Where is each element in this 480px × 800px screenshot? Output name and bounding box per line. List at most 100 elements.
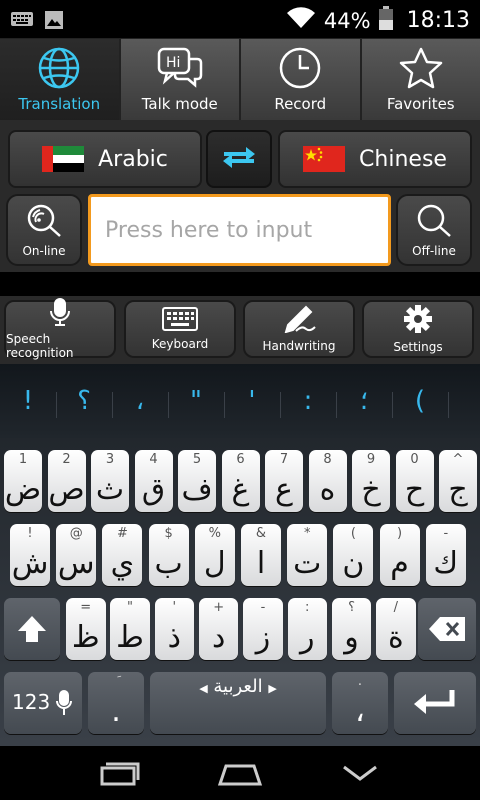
letter-key[interactable]: 0ح bbox=[395, 450, 434, 512]
key-hint: ( bbox=[350, 526, 356, 541]
letter-key[interactable]: % ل bbox=[194, 524, 235, 586]
letter-key[interactable]: 5ف bbox=[178, 450, 216, 512]
key-hint: ' bbox=[172, 600, 177, 615]
key-hint: . bbox=[357, 674, 363, 689]
battery-percent: 44% bbox=[323, 8, 371, 33]
keyboard-icon bbox=[162, 307, 198, 334]
delete-key[interactable] bbox=[418, 598, 476, 660]
key-char: ط bbox=[116, 620, 144, 655]
speech-recognition-button[interactable]: Speech recognition bbox=[4, 298, 116, 360]
offline-label: Off-line bbox=[412, 243, 456, 258]
letter-key[interactable]: ) م bbox=[379, 524, 420, 586]
key-char: س bbox=[57, 546, 95, 581]
letter-key[interactable]: * ت bbox=[287, 524, 328, 586]
suggestion-item[interactable]: ، bbox=[112, 364, 168, 438]
letter-key[interactable]: @ س bbox=[56, 524, 97, 586]
swap-languages-button[interactable] bbox=[206, 130, 272, 188]
key-hint: َ bbox=[88, 674, 144, 689]
swap-arrows-icon bbox=[220, 143, 258, 175]
letter-key[interactable]: = ظ bbox=[66, 598, 106, 660]
letter-key[interactable]: 7ع bbox=[265, 450, 303, 512]
letter-key[interactable]: 1ض bbox=[4, 450, 42, 512]
key-hint: 3 bbox=[105, 452, 115, 467]
translation-panel: Arabic Chinese On-line Press here to inp… bbox=[0, 120, 480, 272]
key-hint: " bbox=[127, 600, 134, 615]
suggestion-item[interactable]: ؟ bbox=[56, 364, 112, 438]
letter-key[interactable]: 6غ bbox=[221, 450, 260, 512]
letter-key[interactable]: :ر bbox=[287, 598, 327, 660]
keyboard-button[interactable]: Keyboard bbox=[124, 300, 236, 358]
shift-key[interactable] bbox=[4, 598, 60, 660]
key-char: ه bbox=[319, 472, 336, 507]
key-hint: ! bbox=[27, 526, 33, 541]
battery-icon bbox=[378, 6, 393, 35]
suggestion-item[interactable]: ' bbox=[224, 364, 280, 438]
key-char: ك bbox=[433, 546, 459, 581]
letter-key[interactable]: ' ذ bbox=[154, 598, 195, 660]
suggestion-item[interactable]: ؛ bbox=[336, 364, 392, 438]
letter-key[interactable]: 4ق bbox=[134, 450, 173, 512]
letter-key[interactable]: 9خ bbox=[352, 450, 390, 512]
key-char: ح bbox=[404, 472, 425, 507]
letter-key[interactable]: $ ب bbox=[148, 524, 189, 586]
key-char: ع bbox=[275, 472, 293, 507]
online-search-icon bbox=[24, 203, 64, 242]
key-hint: * bbox=[303, 526, 311, 541]
target-language-button[interactable]: Chinese bbox=[278, 130, 472, 188]
suggestion-item[interactable]: ! bbox=[0, 364, 56, 438]
tool-label: Keyboard bbox=[151, 337, 209, 351]
letter-key[interactable]: ^ ج bbox=[439, 450, 477, 512]
letter-key[interactable]: (ن bbox=[333, 524, 374, 586]
tab-record[interactable]: Record bbox=[241, 39, 362, 121]
key-char: ص bbox=[48, 472, 85, 507]
letter-key[interactable]: ؟ و bbox=[331, 598, 372, 660]
letter-key[interactable]: / ة bbox=[376, 598, 416, 660]
letter-key[interactable]: & ا bbox=[241, 524, 281, 586]
language-row: Arabic Chinese bbox=[0, 124, 480, 188]
suggestion-item[interactable]: ( bbox=[392, 364, 448, 438]
letter-key[interactable]: # ي bbox=[102, 524, 143, 586]
search-icon bbox=[414, 203, 454, 242]
tab-translation[interactable]: Translation bbox=[0, 39, 121, 121]
period-key[interactable]: َ . bbox=[88, 672, 144, 734]
letter-key[interactable]: ! ش bbox=[10, 524, 50, 586]
letter-key[interactable]: 3ث bbox=[91, 450, 129, 512]
key-char: و bbox=[344, 620, 359, 655]
handwriting-button[interactable]: Handwriting bbox=[243, 300, 355, 358]
target-language-label: Chinese bbox=[359, 146, 447, 172]
back-icon[interactable] bbox=[330, 758, 390, 788]
settings-button[interactable]: Settings bbox=[362, 300, 474, 358]
pen-icon bbox=[282, 305, 316, 336]
app-root: 44% 18:13 Translation Hi Talk mode Recor… bbox=[0, 0, 480, 800]
numbers-key[interactable]: 123 bbox=[4, 672, 82, 734]
key-char: غ bbox=[231, 472, 250, 507]
key-hint: 6 bbox=[236, 452, 245, 467]
letter-key[interactable]: -ك bbox=[425, 524, 466, 586]
comma-key[interactable]: . ، bbox=[332, 672, 388, 734]
letter-key[interactable]: -ز bbox=[243, 598, 283, 660]
tab-talk-mode[interactable]: Hi Talk mode bbox=[121, 39, 241, 121]
letter-key[interactable]: + د bbox=[198, 598, 239, 660]
navigation-bar bbox=[0, 746, 480, 800]
enter-key[interactable] bbox=[394, 672, 476, 734]
letter-key[interactable]: 2ص bbox=[47, 450, 86, 512]
letter-key[interactable]: " ط bbox=[110, 598, 150, 660]
svg-text:Hi: Hi bbox=[166, 55, 180, 71]
star-icon bbox=[398, 45, 444, 91]
offline-search-button[interactable]: Off-line bbox=[396, 194, 472, 266]
key-hint: : bbox=[305, 600, 310, 615]
suggestion-item[interactable]: " bbox=[168, 364, 224, 438]
online-label: On-line bbox=[22, 243, 66, 258]
online-search-button[interactable]: On-line bbox=[6, 194, 82, 266]
key-hint: # bbox=[116, 526, 128, 541]
letter-key[interactable]: 8ه bbox=[308, 450, 347, 512]
arrow-left-icon: ◀ bbox=[199, 682, 208, 695]
source-language-button[interactable]: Arabic bbox=[8, 130, 202, 188]
space-key[interactable]: ◀ العربية ▶ bbox=[150, 672, 326, 734]
recent-apps-icon[interactable] bbox=[90, 758, 150, 788]
tab-favorites[interactable]: Favorites bbox=[362, 39, 480, 121]
key-char: ش bbox=[11, 546, 49, 581]
home-icon[interactable] bbox=[210, 758, 270, 788]
suggestion-item[interactable]: : bbox=[280, 364, 336, 438]
translation-input[interactable] bbox=[88, 194, 391, 266]
